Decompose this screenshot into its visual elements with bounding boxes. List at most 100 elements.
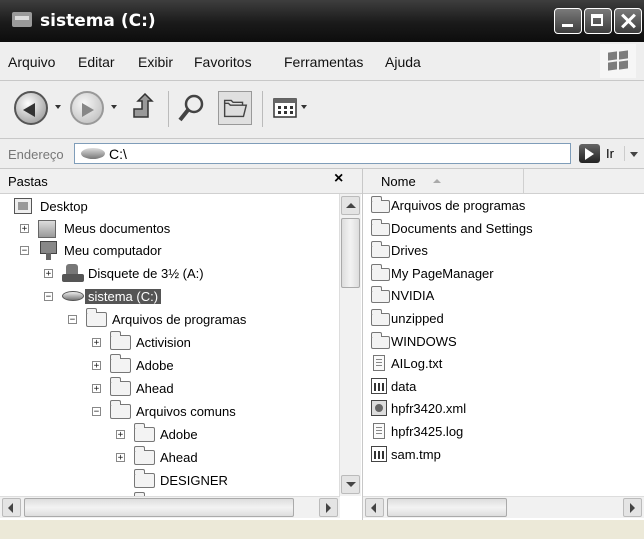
- scroll-right-button[interactable]: [319, 498, 338, 517]
- expand-icon[interactable]: +: [44, 269, 53, 279]
- menu-editar[interactable]: Editar: [78, 54, 115, 70]
- drive-icon: [62, 291, 84, 301]
- minimize-button[interactable]: [554, 8, 582, 34]
- collapse-icon[interactable]: −: [92, 407, 101, 417]
- address-label: Endereço: [8, 147, 64, 162]
- scroll-up-button[interactable]: [341, 196, 360, 215]
- forward-button[interactable]: [70, 91, 104, 125]
- expand-icon[interactable]: +: [92, 338, 101, 348]
- tree-item-label: Adobe: [136, 358, 174, 373]
- collapse-icon[interactable]: −: [68, 315, 77, 325]
- back-arrow-icon: [23, 103, 35, 117]
- file-name: NVIDIA: [391, 288, 435, 304]
- expand-icon[interactable]: +: [20, 224, 29, 234]
- close-button[interactable]: [614, 8, 642, 34]
- folder-icon: [371, 241, 390, 259]
- column-name-label: Nome: [381, 174, 416, 189]
- file-name: hpfr3425.log: [391, 424, 464, 439]
- menu-favoritos[interactable]: Favoritos: [194, 54, 252, 70]
- scroll-thumb[interactable]: [341, 218, 360, 288]
- scroll-thumb[interactable]: [387, 498, 507, 517]
- scroll-thumb[interactable]: [24, 498, 294, 517]
- collapse-icon[interactable]: −: [20, 246, 29, 256]
- views-icon[interactable]: [272, 93, 298, 123]
- folders-horizontal-scrollbar[interactable]: [0, 496, 340, 518]
- up-folder-icon[interactable]: [128, 93, 158, 123]
- folder-icon: [110, 400, 131, 419]
- window-title: sistema (C:): [40, 11, 156, 31]
- floppy-icon: [62, 264, 84, 284]
- tree-item-label: Ahead: [160, 450, 198, 465]
- menu-arquivo[interactable]: Arquivo: [8, 54, 55, 70]
- expand-icon[interactable]: +: [116, 430, 125, 440]
- drive-icon: [81, 148, 105, 159]
- explorer-window: sistema (C:) Arquivo Editar Exibir Favor…: [0, 0, 644, 539]
- search-icon[interactable]: [176, 93, 206, 123]
- toolbar-separator: [168, 91, 169, 127]
- app-icon: [371, 377, 387, 394]
- collapse-icon[interactable]: −: [44, 292, 53, 302]
- expand-icon[interactable]: +: [92, 361, 101, 371]
- folders-pane-title: Pastas: [8, 174, 48, 189]
- scroll-left-button[interactable]: [365, 498, 384, 517]
- folder-icon: [371, 286, 390, 304]
- file-name: My PageManager: [391, 265, 494, 281]
- forward-arrow-icon: [82, 103, 94, 117]
- files-pane: Nome Arquivos de programas Documents and …: [363, 169, 644, 520]
- folder-icon: [110, 377, 131, 396]
- folders-vertical-scrollbar[interactable]: [339, 194, 361, 496]
- file-name: Drives: [391, 243, 428, 259]
- folder-icon: [110, 331, 131, 350]
- windows-logo-icon: [600, 44, 636, 78]
- folder-icon: [110, 354, 131, 373]
- forward-dropdown-icon[interactable]: [111, 105, 117, 109]
- back-dropdown-icon[interactable]: [55, 105, 61, 109]
- go-arrow-icon[interactable]: [579, 144, 600, 163]
- folder-tree: Desktop + Meus documentos − Meu computador + D…: [0, 196, 340, 511]
- tree-item-label: DESIGNER: [160, 473, 228, 488]
- scroll-down-button[interactable]: [341, 475, 360, 494]
- tree-item-label: Disquete de 3½ (A:): [88, 266, 204, 281]
- scroll-right-button[interactable]: [623, 498, 642, 517]
- toolbar-separator: [262, 91, 263, 127]
- folder-icon: [371, 309, 390, 326]
- expand-icon[interactable]: +: [116, 453, 125, 463]
- computer-icon: [38, 241, 58, 261]
- folder-icon: [371, 196, 390, 213]
- address-bar: Endereço C:\ Ir: [0, 139, 644, 169]
- folder-icon: [134, 446, 155, 465]
- title-bar[interactable]: sistema (C:): [0, 0, 644, 42]
- tree-item-label: Ahead: [136, 381, 174, 396]
- folders-pane-header: Pastas ×: [0, 169, 362, 194]
- address-input[interactable]: C:\: [74, 143, 638, 164]
- desktop-icon: [14, 198, 32, 214]
- tree-item-label: Adobe: [160, 427, 198, 442]
- file-name: hpfr3420.xml: [391, 401, 467, 417]
- expand-icon[interactable]: +: [92, 384, 101, 394]
- back-button[interactable]: [14, 91, 48, 125]
- tree-item-label: Meu computador: [64, 243, 162, 258]
- xml-file-icon: [371, 400, 387, 417]
- folder-icon: [86, 308, 107, 327]
- address-dropdown-icon[interactable]: [624, 146, 643, 161]
- tree-item-label: sistema (C:): [85, 289, 162, 304]
- scroll-left-button[interactable]: [2, 498, 21, 517]
- folder-icon: [371, 331, 390, 349]
- menu-exibir[interactable]: Exibir: [138, 54, 173, 70]
- column-header: Nome: [363, 169, 644, 194]
- close-pane-icon[interactable]: ×: [334, 170, 343, 188]
- folders-view-icon[interactable]: [218, 91, 252, 125]
- menu-ajuda[interactable]: Ajuda: [385, 54, 421, 70]
- tree-item-label: Desktop: [40, 199, 88, 214]
- maximize-button[interactable]: [584, 8, 612, 34]
- files-horizontal-scrollbar[interactable]: [363, 496, 644, 518]
- column-header-name[interactable]: Nome: [363, 169, 524, 193]
- text-file-icon: [373, 355, 385, 372]
- folder-icon: [134, 469, 155, 488]
- views-dropdown-icon[interactable]: [301, 105, 307, 109]
- menu-bar: Arquivo Editar Exibir Favoritos Ferramen…: [0, 42, 644, 81]
- address-value: C:\: [109, 146, 127, 162]
- menu-ferramentas[interactable]: Ferramentas: [284, 54, 363, 70]
- folder-icon: [134, 423, 155, 442]
- go-button[interactable]: Ir: [606, 146, 614, 161]
